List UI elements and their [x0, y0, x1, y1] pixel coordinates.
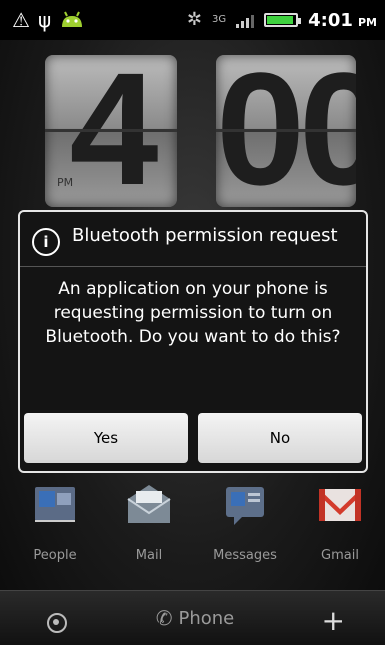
- bluetooth-permission-dialog: i Bluetooth permission request An applic…: [18, 210, 368, 473]
- gmail-icon: [315, 480, 365, 530]
- status-bar: ⚠ ψ ✲ 3G 4:01 PM: [0, 0, 385, 40]
- status-time-suffix: PM: [357, 15, 377, 29]
- dock-item-messages[interactable]: Messages: [200, 480, 290, 563]
- dock-label-gmail: Gmail: [321, 548, 359, 563]
- dock-label-people: People: [33, 548, 77, 563]
- all-apps-icon[interactable]: [47, 613, 67, 633]
- hour-hinge: [45, 129, 177, 132]
- launcher-bottom-bar: ✆ Phone +: [0, 590, 385, 645]
- minute-hinge: [216, 129, 356, 132]
- yes-button[interactable]: Yes: [24, 413, 188, 463]
- add-widget-icon[interactable]: +: [322, 607, 345, 635]
- usb-icon: ψ: [37, 8, 52, 32]
- battery-level: [267, 16, 293, 24]
- app-dock: People Mail Messages Gmail: [0, 480, 385, 575]
- clock-ampm: PM: [57, 176, 74, 189]
- dialog-message: An application on your phone is requesti…: [45, 279, 341, 347]
- warning-icon: ⚠: [12, 8, 30, 32]
- people-icon: [30, 480, 80, 530]
- phone-button[interactable]: ✆ Phone: [150, 597, 240, 639]
- dialog-header: i Bluetooth permission request: [20, 212, 366, 256]
- android-debug-icon: [59, 7, 85, 33]
- phone-label: Phone: [178, 607, 235, 629]
- flip-clock-widget[interactable]: 4 PM 00: [40, 55, 356, 210]
- bluetooth-off-icon: ✲: [186, 9, 202, 30]
- dock-label-messages: Messages: [213, 548, 277, 563]
- status-clock: 4:01 PM: [308, 10, 377, 31]
- dock-label-mail: Mail: [135, 548, 163, 563]
- dock-item-people[interactable]: People: [10, 480, 100, 563]
- dock-item-gmail[interactable]: Gmail: [295, 480, 385, 563]
- phone-screen: ⚠ ψ ✲ 3G 4:01 PM 4 PM 00 i Bluetooth per…: [0, 0, 385, 645]
- dialog-title: Bluetooth permission request: [72, 225, 338, 246]
- signal-strength-icon: [236, 12, 255, 28]
- status-right: ✲ 3G 4:01 PM: [187, 10, 385, 31]
- clock-minute-card: 00: [216, 55, 356, 207]
- mail-icon: [124, 480, 174, 530]
- status-time: 4:01: [308, 9, 353, 31]
- network-type: 3G: [211, 14, 227, 25]
- info-icon: i: [32, 228, 60, 256]
- dialog-buttons: Yes No: [24, 413, 362, 463]
- dock-item-mail[interactable]: Mail: [104, 480, 194, 563]
- phone-handset-icon: ✆: [155, 606, 173, 630]
- status-left: ⚠ ψ: [0, 7, 85, 33]
- clock-hour-card: 4 PM: [45, 55, 177, 207]
- battery-icon: [264, 13, 302, 27]
- messages-icon: [220, 480, 270, 530]
- no-button[interactable]: No: [198, 413, 362, 463]
